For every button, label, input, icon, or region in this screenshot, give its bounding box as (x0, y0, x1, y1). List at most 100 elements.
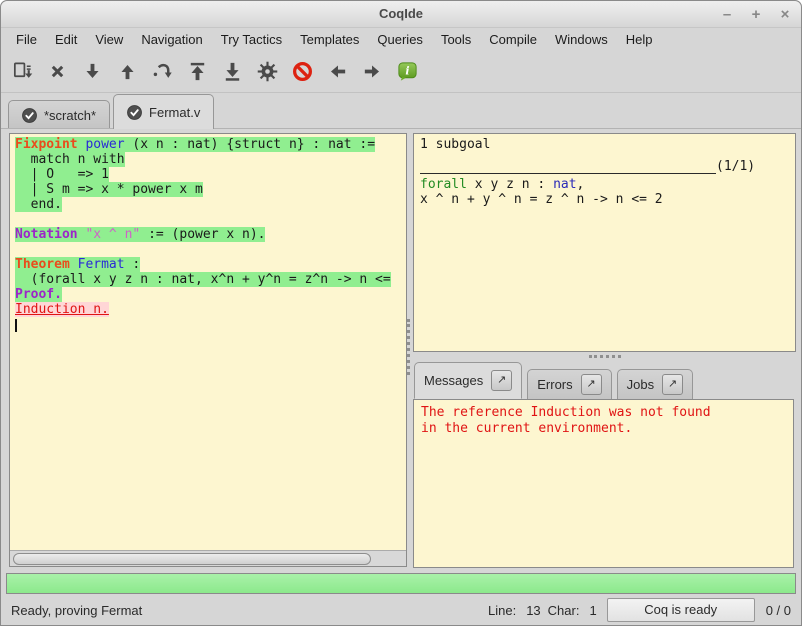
go-to-end-button[interactable] (219, 59, 245, 85)
restart-button[interactable] (184, 59, 210, 85)
code-token: Induction n. (15, 302, 109, 317)
code-line-text: Theorem Fermat : (15, 257, 140, 272)
coq-state-indicator: Coq is ready (607, 598, 755, 622)
go-to-cursor-button[interactable] (149, 59, 175, 85)
status-text: Ready, proving Fermat (11, 603, 488, 618)
forward-arrow-icon (361, 60, 384, 83)
code-line-text: Induction n. (15, 302, 109, 317)
previous-occurrence-button[interactable] (324, 59, 350, 85)
check-icon (127, 105, 142, 120)
code-line-text: | S m => x * power x m (15, 182, 203, 197)
code-token: : (125, 257, 141, 272)
next-occurrence-button[interactable] (359, 59, 385, 85)
message-line-1: The reference Induction was not found (421, 405, 786, 421)
tab-scratch[interactable]: *scratch* (8, 100, 110, 129)
code-line-13 (15, 317, 406, 332)
save-button[interactable] (9, 59, 35, 85)
goal-line-1: forall x y z n : nat, (420, 177, 789, 192)
progress-bar (6, 573, 796, 594)
code-line-text: | O => 1 (15, 167, 109, 182)
forward-one-command-button[interactable] (79, 59, 105, 85)
goal-lines: forall x y z n : nat,x ^ n + y ^ n = z ^… (420, 177, 789, 207)
detach-button[interactable]: ↗ (491, 370, 512, 391)
code-token: (forall x y z n : nat, x^n + y^n = z^n -… (15, 272, 391, 287)
code-line-text: end. (15, 197, 62, 212)
about-button[interactable]: i (394, 59, 420, 85)
minimize-button[interactable]: – (719, 6, 735, 23)
code-line-text: Fixpoint power (x n : nat) {struct n} : … (15, 137, 375, 152)
menu-file[interactable]: File (7, 29, 46, 50)
menu-tools[interactable]: Tools (432, 29, 480, 50)
code-line-7: Notation "x ^ n" := (power x n). (15, 227, 406, 242)
menu-compile[interactable]: Compile (480, 29, 546, 50)
tab-messages[interactable]: Messages ↗ (414, 362, 522, 399)
gear-icon (256, 60, 279, 83)
go-to-cursor-icon (151, 60, 174, 83)
detach-button[interactable]: ↗ (581, 374, 602, 395)
vertical-splitter-handle[interactable] (407, 319, 410, 375)
code-area[interactable]: Fixpoint power (x n : nat) {struct n} : … (10, 134, 406, 550)
code-line-2: match n with (15, 152, 406, 167)
text-caret (15, 319, 17, 332)
tab-strip: *scratch* Fermat.v (1, 93, 801, 129)
code-line-8 (15, 242, 406, 257)
code-line-text: Notation "x ^ n" := (power x n). (15, 227, 265, 242)
code-token: Fermat (78, 257, 125, 272)
code-token: (x n : nat) {struct n} : nat := (125, 137, 375, 152)
menu-help[interactable]: Help (617, 29, 662, 50)
line-label: Line: (488, 603, 516, 618)
toolbar: i (1, 51, 801, 93)
horizontal-scrollbar[interactable] (10, 550, 406, 566)
svg-text:i: i (405, 64, 409, 77)
interrupt-button[interactable] (289, 59, 315, 85)
separator-line (420, 162, 716, 174)
char-label: Char: (548, 603, 580, 618)
code-line-5: end. (15, 197, 406, 212)
scrollbar-thumb[interactable] (13, 553, 371, 565)
menu-navigation[interactable]: Navigation (132, 29, 211, 50)
line-value: 13 (526, 603, 540, 618)
code-token: | S m => x * power x m (15, 182, 203, 197)
code-token: "x ^ n" (85, 227, 140, 242)
tab-jobs[interactable]: Jobs↗ (617, 369, 693, 399)
menu-try-tactics[interactable]: Try Tactics (212, 29, 291, 50)
maximize-button[interactable]: + (748, 6, 764, 23)
code-line-text: Proof. (15, 287, 62, 302)
goal-token: forall (420, 177, 467, 192)
goal-counter: (1/1) (716, 159, 755, 174)
tab-fermat.v[interactable]: Fermat.v (113, 94, 214, 129)
detach-arrow-icon: ↗ (587, 378, 596, 390)
messages-content[interactable]: The reference Induction was not foundin … (413, 399, 794, 568)
tab-label: Messages (424, 373, 483, 388)
code-token: match n with (15, 152, 125, 167)
code-line-text: (forall x y z n : nat, x^n + y^n = z^n -… (15, 272, 391, 287)
code-token: := (power x n). (140, 227, 265, 242)
tab-label: *scratch* (44, 108, 96, 123)
close-buffer-button[interactable] (44, 59, 70, 85)
code-line-1: Fixpoint power (x n : nat) {struct n} : … (15, 137, 406, 152)
tab-label: Fermat.v (149, 105, 200, 120)
fully-check-document-button[interactable] (254, 59, 280, 85)
goal-token: x y z n : (467, 177, 553, 192)
tab-errors[interactable]: Errors ↗ (527, 369, 611, 399)
close-button[interactable]: × (777, 6, 793, 23)
close-x-icon (46, 60, 69, 83)
horizontal-splitter-handle[interactable] (589, 355, 621, 358)
step-forward-icon (81, 60, 104, 83)
go-to-end-icon (221, 60, 244, 83)
menu-queries[interactable]: Queries (368, 29, 432, 50)
detach-button[interactable]: ↗ (662, 374, 683, 395)
menu-templates[interactable]: Templates (291, 29, 368, 50)
save-icon (11, 60, 34, 83)
menu-view[interactable]: View (86, 29, 132, 50)
menu-edit[interactable]: Edit (46, 29, 86, 50)
tab-label: Errors (537, 377, 572, 392)
code-token: end. (15, 197, 62, 212)
menu-windows[interactable]: Windows (546, 29, 617, 50)
code-line-9: Theorem Fermat : (15, 257, 406, 272)
detach-arrow-icon: ↗ (497, 374, 506, 386)
title-bar[interactable]: CoqIde –+× (1, 1, 801, 28)
script-pane: Fixpoint power (x n : nat) {struct n} : … (9, 133, 407, 567)
about-icon: i (396, 60, 419, 83)
backward-one-command-button[interactable] (114, 59, 140, 85)
